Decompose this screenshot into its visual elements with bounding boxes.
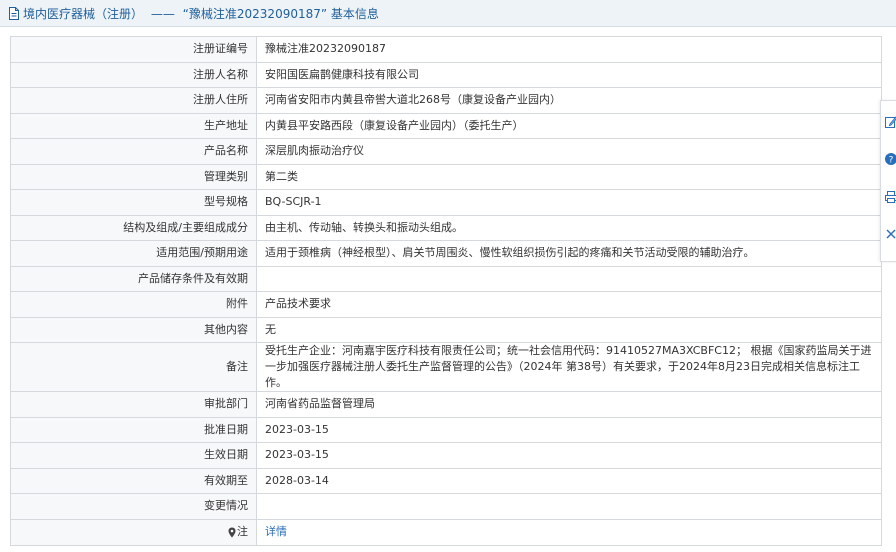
info-row: 附件 产品技术要求 [10,291,882,318]
header-separator: —— [150,6,175,21]
field-label: 附件 [10,291,257,318]
field-label: 有效期至 [10,467,257,494]
print-icon[interactable] [884,189,896,205]
field-value: 河南省安阳市内黄县帝喾大道北268号（康复设备产业园内） [256,87,882,114]
header-category: 境内医疗器械（注册） [23,6,144,21]
close-icon[interactable] [884,226,896,242]
field-value: 无 [256,316,882,343]
note-value-cell: 详情 [256,518,882,546]
field-value: 2023-03-15 [256,416,882,443]
help-icon[interactable]: ? [884,151,896,167]
field-value: 产品技术要求 [256,291,882,318]
header-subject: “豫械注准20232090187” [182,6,328,21]
field-label: 结构及组成/主要组成成分 [10,214,257,241]
header-suffix: 基本信息 [330,6,379,21]
field-label: 批准日期 [10,416,257,443]
field-value: 适用于颈椎病（神经根型）、肩关节周围炎、慢性软组织损伤引起的疼痛和关节活动受限的… [256,240,882,267]
field-value [256,265,882,292]
field-label: 其他内容 [10,316,257,343]
info-row: 审批部门 河南省药品监督管理局 [10,391,882,418]
field-value: 第二类 [256,163,882,190]
info-row: 注册证编号 豫械注准20232090187 [10,36,882,63]
info-row: 备注 受托生产企业：河南嘉宇医疗科技有限责任公司；统一社会信用代码：9141052… [10,342,882,392]
field-label: 审批部门 [10,391,257,418]
info-row: 产品储存条件及有效期 [10,265,882,292]
field-label: 型号规格 [10,189,257,216]
field-value: 豫械注准20232090187 [256,36,882,63]
field-value: 安阳国医扁鹊健康科技有限公司 [256,61,882,88]
field-label: 适用范围/预期用途 [10,240,257,267]
field-value: 内黄县平安路西段（康复设备产业园内）（委托生产） [256,112,882,139]
info-row: 批准日期 2023-03-15 [10,416,882,443]
field-value: 由主机、传动轴、转换头和振动头组成。 [256,214,882,241]
info-row: 注册人住所 河南省安阳市内黄县帝喾大道北268号（康复设备产业园内） [10,87,882,114]
field-label: 产品储存条件及有效期 [10,265,257,292]
field-value: 2028-03-14 [256,467,882,494]
field-label: 注册人名称 [10,61,257,88]
info-row: 变更情况 [10,493,882,520]
page-header: 境内医疗器械（注册） —— “豫械注准20232090187” 基本信息 [0,0,896,27]
info-table: 注册证编号 豫械注准20232090187 注册人名称 安阳国医扁鹊健康科技有限公司注… [10,36,882,546]
info-row: 管理类别 第二类 [10,163,882,190]
field-value: 受托生产企业：河南嘉宇医疗科技有限责任公司；统一社会信用代码：91410527M… [256,342,882,392]
detail-link[interactable]: 详情 [265,525,287,538]
pin-icon [228,527,236,537]
page-title: 境内医疗器械（注册） —— “豫械注准20232090187” 基本信息 [23,5,379,22]
right-toolbar: ? [880,100,896,262]
info-row: 产品名称 深层肌肉振动治疗仪 [10,138,882,165]
field-label: 变更情况 [10,493,257,520]
field-label: 注册证编号 [10,36,257,63]
field-value: 河南省药品监督管理局 [256,391,882,418]
field-value [256,493,882,520]
info-row: 生效日期 2023-03-15 [10,442,882,469]
edit-icon[interactable] [884,114,896,130]
info-row: 有效期至 2028-03-14 [10,467,882,494]
field-label: 管理类别 [10,163,257,190]
info-row: 注册人名称 安阳国医扁鹊健康科技有限公司 [10,61,882,88]
info-row: 型号规格 BQ-SCJR-1 [10,189,882,216]
field-value: 深层肌肉振动治疗仪 [256,138,882,165]
note-label-cell: 注 [10,518,257,546]
note-label: 注 [237,525,248,538]
field-label: 注册人住所 [10,87,257,114]
field-label: 生效日期 [10,442,257,469]
info-row: 其他内容无 [10,316,882,343]
info-row: 适用范围/预期用途 适用于颈椎病（神经根型）、肩关节周围炎、慢性软组织损伤引起的疼… [10,240,882,267]
field-value: 2023-03-15 [256,442,882,469]
field-value: BQ-SCJR-1 [256,189,882,216]
field-label: 备注 [10,342,257,392]
field-label: 产品名称 [10,138,257,165]
document-icon [9,6,19,20]
field-label: 生产地址 [10,112,257,139]
info-row: 生产地址 内黄县平安路西段（康复设备产业园内）（委托生产） [10,112,882,139]
note-row: 注 详情 [10,518,882,546]
info-row: 结构及组成/主要组成成分 由主机、传动轴、转换头和振动头组成。 [10,214,882,241]
svg-text:?: ? [889,156,894,166]
